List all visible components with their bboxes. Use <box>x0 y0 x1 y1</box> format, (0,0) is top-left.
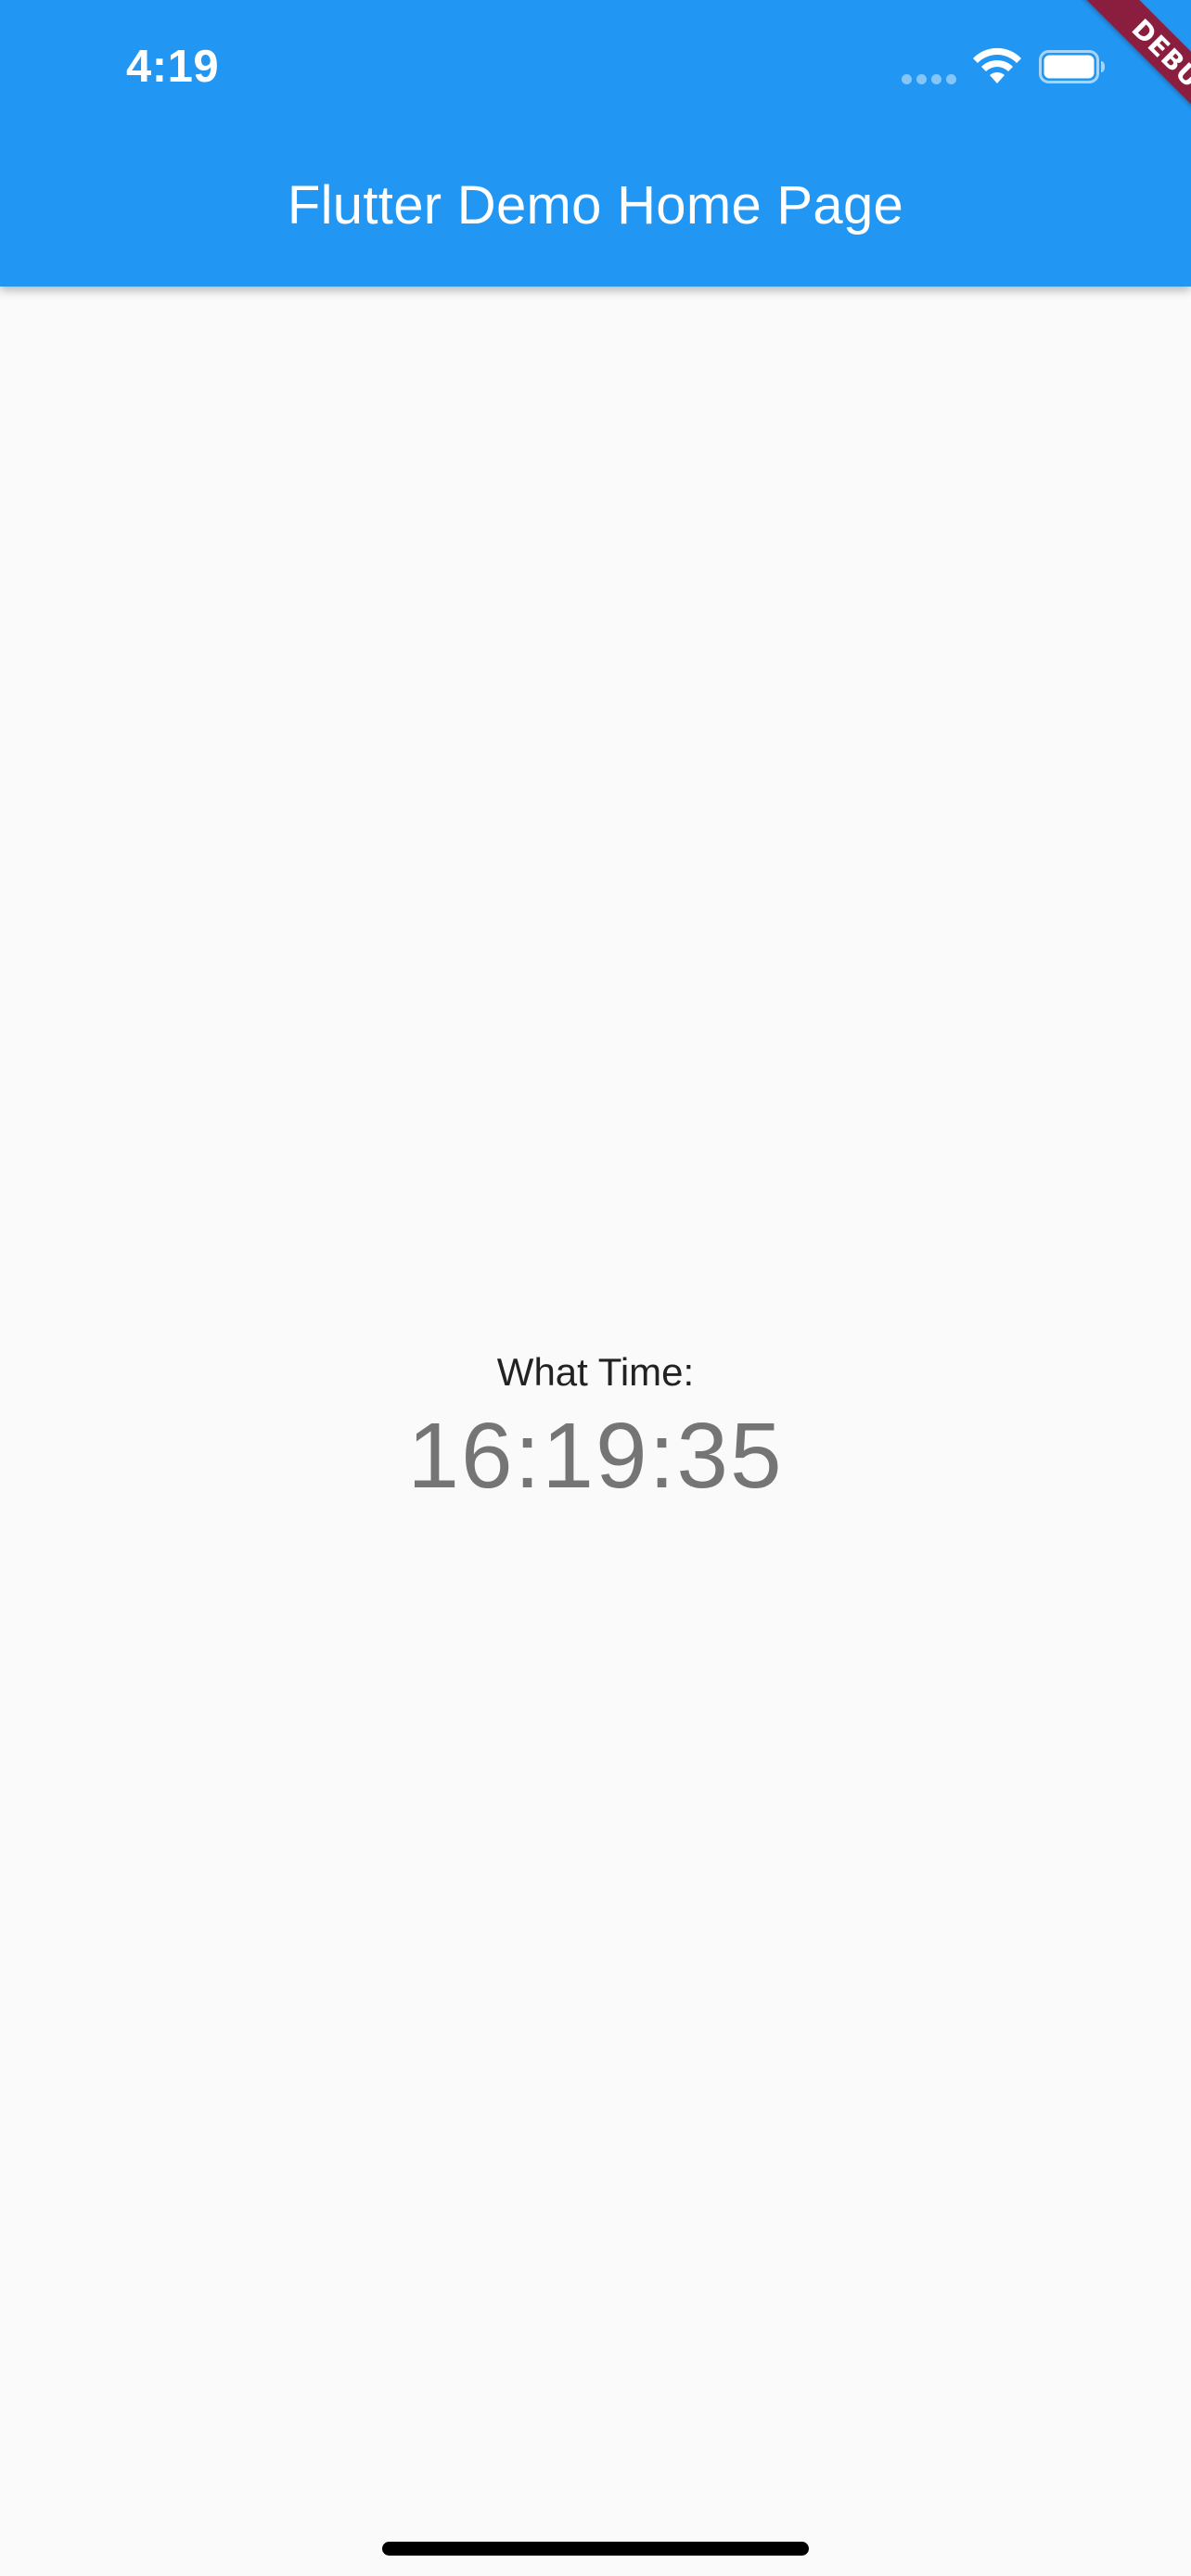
time-display: What Time: 16:19:35 <box>0 1345 1191 1511</box>
debug-banner-strip: DEBUG <box>1075 0 1191 158</box>
time-label: What Time: <box>496 1350 695 1394</box>
signal-dots-icon <box>902 74 957 85</box>
status-bar-time: 4:19 <box>126 42 220 92</box>
debug-banner-label: DEBUG <box>1125 12 1191 110</box>
debug-banner: DEBUG <box>1033 0 1191 158</box>
time-value: 16:19:35 <box>407 1404 784 1508</box>
home-indicator[interactable] <box>382 2542 809 2556</box>
app-bar: 4:19 Flutter Demo Home Page <box>0 0 1191 287</box>
wifi-icon <box>973 47 1021 83</box>
app-bar-title: Flutter Demo Home Page <box>287 175 904 236</box>
